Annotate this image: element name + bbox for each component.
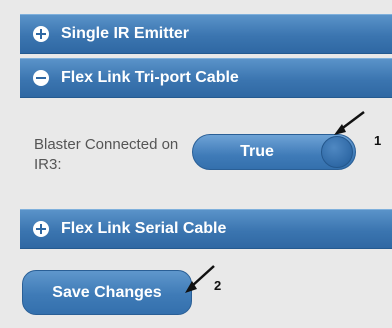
save-changes-button[interactable]: Save Changes bbox=[22, 270, 192, 315]
blaster-connected-label: Blaster Connected on IR3: bbox=[34, 136, 179, 173]
toggle-value: True bbox=[240, 143, 274, 160]
accordion-title: Flex Link Serial Cable bbox=[61, 220, 227, 237]
plus-circle-icon bbox=[33, 26, 49, 42]
accordion-header-flex-link-tri-port-cable[interactable]: Flex Link Tri-port Cable bbox=[20, 58, 392, 98]
accordion-header-single-ir-emitter[interactable]: Single IR Emitter bbox=[20, 14, 392, 54]
plus-circle-icon bbox=[33, 221, 49, 237]
accordion-title: Single IR Emitter bbox=[61, 25, 190, 42]
callout-arrow-1-icon bbox=[334, 111, 365, 135]
accordion-header-flex-link-serial-cable[interactable]: Flex Link Serial Cable bbox=[20, 209, 392, 249]
callout-number-2: 2 bbox=[214, 278, 222, 293]
accordion-title: Flex Link Tri-port Cable bbox=[61, 69, 239, 86]
callout-number-1: 1 bbox=[374, 133, 382, 148]
minus-circle-icon bbox=[33, 70, 49, 86]
